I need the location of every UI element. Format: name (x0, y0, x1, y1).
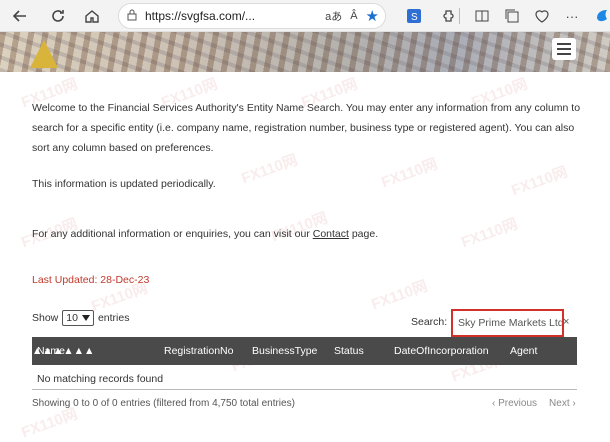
chevron-left-icon: ‹ (492, 398, 496, 409)
updated-note: This information is updated periodically… (32, 178, 216, 190)
collections-icon[interactable] (500, 4, 524, 28)
column-label: RegistrationNo (164, 345, 234, 357)
refresh-icon[interactable] (46, 4, 70, 28)
empty-table-message: No matching records found (37, 373, 164, 385)
more-menu-icon[interactable]: ··· (560, 4, 584, 28)
performance-icon[interactable] (530, 4, 554, 28)
intro-paragraph: Welcome to the Financial Services Author… (32, 102, 581, 154)
chevron-right-icon: › (572, 398, 576, 409)
home-icon[interactable] (80, 4, 104, 28)
column-header-name[interactable]: Name (37, 337, 65, 365)
url-text[interactable]: https://svgfsa.com/... (145, 9, 325, 23)
contact-link[interactable]: Contact (313, 228, 349, 240)
watermark: FX110网 (269, 209, 330, 246)
last-updated-text: Last Updated: 28-Dec-23 (32, 274, 150, 286)
browser-toolbar: https://svgfsa.com/... aあ Â ★ S ··· (0, 0, 610, 32)
address-bar[interactable]: https://svgfsa.com/... aあ Â ★ (118, 3, 386, 29)
entries-label: entries (97, 312, 130, 324)
sort-icon[interactable]: ▲︎ (74, 345, 84, 357)
column-header-registration[interactable]: RegistrationNo (164, 337, 233, 365)
split-screen-icon[interactable] (470, 4, 494, 28)
page-size-select[interactable]: 10 (62, 310, 94, 326)
column-header-status[interactable]: Status (334, 337, 364, 365)
table-header: Name ▲︎ RegistrationNo ▲︎ BusinessType ▲… (32, 337, 577, 365)
lock-icon (127, 9, 137, 24)
favorite-star-icon[interactable]: ★ (366, 7, 379, 25)
extension-s-icon[interactable]: S (402, 4, 426, 28)
back-arrow-icon[interactable] (8, 4, 32, 28)
hero-banner (0, 32, 610, 72)
contact-text-before: For any additional information or enquir… (32, 228, 313, 240)
contact-paragraph: For any additional information or enquir… (32, 228, 582, 240)
column-label: Name (37, 345, 66, 357)
hamburger-menu-button[interactable] (552, 38, 576, 60)
site-logo[interactable] (30, 40, 58, 68)
sort-icon[interactable]: ▲︎ (84, 345, 94, 357)
column-header-business-type[interactable]: BusinessType (252, 337, 317, 365)
clear-search-icon[interactable]: × (563, 316, 569, 328)
show-label: Show (32, 312, 59, 324)
previous-button[interactable]: ‹ Previous (492, 398, 537, 409)
pagination: ‹ Previous Next › (492, 398, 576, 409)
previous-label: Previous (498, 398, 538, 409)
read-aloud-icon[interactable]: Â (350, 10, 357, 22)
toolbar-divider (452, 4, 466, 28)
next-button[interactable]: Next › (549, 398, 576, 409)
column-header-date[interactable]: DateOfIncorporation (394, 337, 489, 365)
table-info: Showing 0 to 0 of 0 entries (filtered fr… (32, 398, 295, 409)
column-header-agent[interactable]: Agent (510, 337, 537, 365)
watermark: FX110网 (369, 277, 430, 314)
reader-view-icon[interactable]: aあ (325, 8, 342, 24)
banner-image (0, 32, 610, 72)
search-label: Search: (411, 316, 448, 328)
search-input[interactable]: Sky Prime Markets Ltd (451, 309, 564, 337)
copilot-icon[interactable] (590, 4, 610, 28)
column-label: Agent (510, 345, 538, 357)
chevron-down-icon (81, 315, 90, 321)
page-size-control: Show 10 entries (32, 310, 129, 326)
column-label: BusinessType (252, 345, 318, 357)
contact-text-after: page. (348, 228, 379, 240)
svg-text:S: S (411, 12, 418, 23)
next-label: Next (549, 398, 570, 409)
column-label: DateOfIncorporation (394, 345, 489, 357)
page-size-value: 10 (66, 312, 78, 324)
table-divider (32, 389, 577, 390)
column-label: Status (334, 345, 364, 357)
